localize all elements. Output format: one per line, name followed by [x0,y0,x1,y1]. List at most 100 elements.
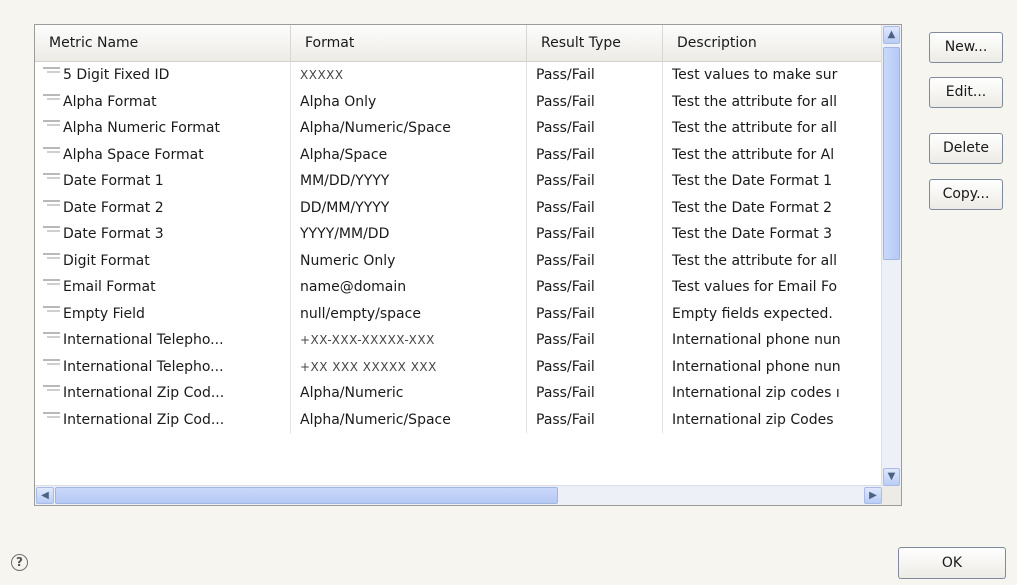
format-cell-text: name@domain [300,279,407,295]
metric-name-cell: 5 Digit Fixed ID [35,62,291,89]
metric-row-icon [43,226,60,237]
metric-name-cell: Email Format [35,274,291,301]
scroll-up-icon[interactable]: ▲ [883,26,900,44]
table-row[interactable]: Date Format 2 DD/MM/YYYY Pass/Fail Test the… [35,194,883,221]
description-cell-text: Test the attribute for Al [672,146,835,163]
metric-name-cell-text: International Telepho... [63,358,224,375]
result-type-cell-text: Pass/Fail [536,332,595,348]
format-cell: null/empty/space [291,300,527,327]
result-type-cell-text: Pass/Fail [536,199,595,216]
description-cell: Test the attribute for Al [663,142,883,169]
metric-name-cell: International Telepho... [35,327,291,354]
scroll-right-icon[interactable]: ▶ [864,487,882,504]
vertical-scroll-thumb[interactable] [883,47,900,260]
column-header-metric-name[interactable]: Metric Name [35,25,291,61]
table-row[interactable]: Date Format 1 MM/DD/YYYY Pass/Fail Test the… [35,168,883,195]
metric-row-icon [43,93,60,105]
format-cell: MM/DD/YYYY [291,168,527,195]
metric-name-cell-text: Empty Field [63,305,145,322]
description-cell: Test the Date Format 1 [663,168,883,195]
metrics-table: Metric Name Format Result Type Descripti… [34,24,902,506]
description-cell-text: Test the Date Format 1 [672,173,833,189]
description-cell: International phone nun [663,327,883,354]
metric-row-icon [43,279,60,290]
format-cell-text: YYYY/MM/DD [300,226,390,242]
metric-row-icon [43,173,60,184]
description-cell-text: Test the Date Format 2 [672,199,833,216]
format-cell: name@domain [291,274,527,301]
format-cell-text: Alpha/Space [300,146,388,163]
format-cell-text: Alpha Only [300,93,377,110]
horizontal-scrollbar[interactable]: ◀ ▶ [35,485,883,505]
metric-row-icon [43,67,60,78]
table-row[interactable]: International Telepho... +XX XXX XXXXX XX… [35,353,883,380]
result-type-cell-text: Pass/Fail [536,411,595,428]
edit-button[interactable]: Edit... [929,77,1003,108]
metric-row-icon [43,411,60,423]
format-cell: Alpha/Numeric/Space [291,406,527,433]
description-cell-text: International zip Codes [672,411,834,428]
table-row[interactable]: Date Format 3 YYYY/MM/DD Pass/Fail Test the… [35,221,883,248]
result-type-cell: Pass/Fail [527,300,663,327]
metric-name-cell: International Zip Cod... [35,380,291,407]
metric-row-icon [43,385,60,396]
description-cell: Test the Date Format 3 [663,221,883,248]
description-cell: Test the attribute for all [663,89,883,116]
horizontal-scroll-thumb[interactable] [55,487,558,504]
result-type-cell: Pass/Fail [527,327,663,354]
table-row[interactable]: 5 Digit Fixed ID XXXXX Pass/Fail Test value… [35,62,883,89]
description-cell: Empty fields expected. [663,301,883,328]
metric-name-cell-text: International Zip Cod... [63,385,225,401]
result-type-cell-text: Pass/Fail [536,120,595,136]
description-cell-text: International phone nun [672,332,841,348]
result-type-cell: Pass/Fail [527,115,663,142]
table-row[interactable]: International Zip Cod... Alpha/Numeric Pas… [35,380,883,407]
result-type-cell-text: Pass/Fail [536,67,595,83]
table-row[interactable]: Alpha Format Alpha Only Pass/Fail Test the … [35,88,883,116]
vertical-scrollbar[interactable]: ▲ ▼ [881,25,901,487]
result-type-cell: Pass/Fail [527,406,663,433]
table-row[interactable]: Empty Field null/empty/space Pass/Fail Empt… [35,300,883,328]
result-type-cell-text: Pass/Fail [536,93,595,110]
table-row[interactable]: Digit Format Numeric Only Pass/Fail Test th… [35,247,883,274]
delete-button[interactable]: Delete [929,133,1003,164]
format-cell: DD/MM/YYYY [291,194,527,221]
description-cell-text: Test values to make sur [672,67,838,83]
metric-row-icon [43,305,60,317]
format-cell: Alpha Only [291,88,527,115]
result-type-cell: Pass/Fail [527,194,663,221]
metric-name-cell-text: Digit Format [63,252,150,269]
format-cell-text: Alpha/Numeric/Space [300,411,451,428]
table-row[interactable]: Alpha Numeric Format Alpha/Numeric/Space P… [35,115,883,142]
table-row[interactable]: Alpha Space Format Alpha/Space Pass/Fail Te… [35,141,883,169]
description-cell-text: Test the Date Format 3 [672,226,833,242]
metric-name-cell-text: Alpha Format [63,93,157,110]
description-cell: Test values to make sur [663,62,883,89]
format-cell: +XX XXX XXXXX XXX [291,353,527,380]
help-icon[interactable]: ? [11,554,28,571]
format-cell: Alpha/Numeric [291,380,527,407]
description-cell: Test the attribute for all [663,115,883,142]
table-row[interactable]: Email Format name@domain Pass/Fail Test val… [35,274,883,301]
column-header-description[interactable]: Description [663,25,883,61]
table-row[interactable]: International Zip Cod... Alpha/Numeric/Sp… [35,406,883,433]
column-header-format[interactable]: Format [291,25,527,61]
metric-name-cell: Date Format 3 [35,221,291,248]
format-cell-text: XXXXX [300,68,344,82]
metric-row-icon [43,199,60,211]
copy-button[interactable]: Copy... [929,179,1003,210]
new-button[interactable]: New... [929,32,1003,63]
column-header-result-type[interactable]: Result Type [527,25,663,61]
table-row[interactable]: International Telepho... +XX-XXX-XXXXX-XX… [35,327,883,354]
result-type-cell-text: Pass/Fail [536,252,595,269]
metric-name-cell-text: Date Format 3 [63,226,164,242]
scroll-left-icon[interactable]: ◀ [36,487,54,504]
scroll-down-icon[interactable]: ▼ [883,468,900,486]
metric-name-cell-text: International Zip Cod... [63,411,225,428]
metric-name-cell-text: Email Format [63,279,156,295]
ok-button[interactable]: OK [898,547,1006,579]
result-type-cell: Pass/Fail [527,274,663,301]
result-type-cell-text: Pass/Fail [536,146,595,163]
result-type-cell: Pass/Fail [527,247,663,274]
description-cell-text: International phone nun [672,358,841,375]
